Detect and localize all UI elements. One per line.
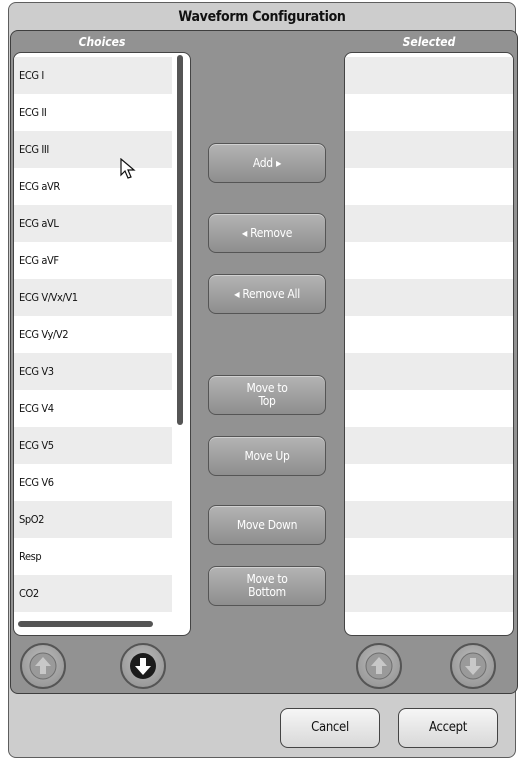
selected-empty-row (345, 94, 513, 131)
list-item[interactable]: ECG II (14, 94, 172, 131)
arrow-up-circle-icon (365, 652, 393, 680)
choices-horizontal-scrollbar[interactable] (18, 621, 153, 627)
selected-empty-row (345, 464, 513, 501)
choices-list[interactable]: ECG I ECG II ECG III ECG aVR ECG aVL ECG… (13, 52, 191, 636)
list-item[interactable]: Resp (14, 538, 172, 575)
list-item[interactable]: SpO2 (14, 501, 172, 538)
move-to-top-button[interactable]: Move to Top (208, 375, 326, 415)
choices-scroll-up-button[interactable] (20, 643, 66, 689)
selected-empty-row (345, 279, 513, 316)
dialog-title: Waveform Configuration (178, 9, 346, 25)
list-item[interactable]: ECG aVR (14, 168, 172, 205)
cancel-button[interactable]: Cancel (280, 708, 380, 748)
arrow-down-circle-icon (459, 652, 487, 680)
move-up-button[interactable]: Move Up (208, 436, 326, 476)
choices-vertical-scrollbar[interactable] (177, 55, 183, 425)
list-item[interactable]: ECG aVF (14, 242, 172, 279)
waveform-configuration-dialog: Waveform Configuration Choices Selected … (0, 0, 518, 762)
list-item[interactable]: ECG I (14, 57, 172, 94)
remove-button[interactable]: ◂ Remove (208, 213, 326, 253)
arrow-down-circle-icon (130, 653, 156, 679)
selected-empty-row (345, 575, 513, 612)
list-item[interactable]: ECG V5 (14, 427, 172, 464)
selected-empty-row (345, 501, 513, 538)
list-item[interactable]: ECG Vy/V2 (14, 316, 172, 353)
choices-scroll-down-button[interactable] (120, 643, 166, 689)
selected-empty-row (345, 427, 513, 464)
accept-button[interactable]: Accept (398, 708, 498, 748)
list-item[interactable]: ECG V/Vx/V1 (14, 279, 172, 316)
selected-empty-row (345, 57, 513, 94)
selected-scroll-down-button[interactable] (450, 643, 496, 689)
list-item[interactable]: ECG V4 (14, 390, 172, 427)
add-button[interactable]: Add ▸ (208, 143, 326, 183)
list-item[interactable]: ECG aVL (14, 205, 172, 242)
selected-list[interactable] (344, 52, 514, 636)
arrow-up-circle-icon (29, 652, 57, 680)
list-item[interactable]: ECG V6 (14, 464, 172, 501)
remove-all-button[interactable]: ◂ Remove All (208, 274, 326, 314)
selected-scroll-up-button[interactable] (356, 643, 402, 689)
move-down-button[interactable]: Move Down (208, 505, 326, 545)
selected-empty-row (345, 538, 513, 575)
list-item[interactable]: CO2 (14, 575, 172, 612)
selected-empty-row (345, 205, 513, 242)
selected-header: Selected (402, 35, 456, 49)
selected-empty-row (345, 353, 513, 390)
move-to-bottom-button[interactable]: Move to Bottom (208, 566, 326, 606)
selected-empty-row (345, 390, 513, 427)
list-item[interactable]: ECG V3 (14, 353, 172, 390)
selected-empty-row (345, 316, 513, 353)
selected-empty-row (345, 131, 513, 168)
choices-header: Choices (78, 35, 126, 49)
selected-empty-row (345, 242, 513, 279)
selected-empty-row (345, 168, 513, 205)
mouse-pointer-icon (120, 158, 136, 179)
list-item[interactable]: ECG III (14, 131, 172, 168)
